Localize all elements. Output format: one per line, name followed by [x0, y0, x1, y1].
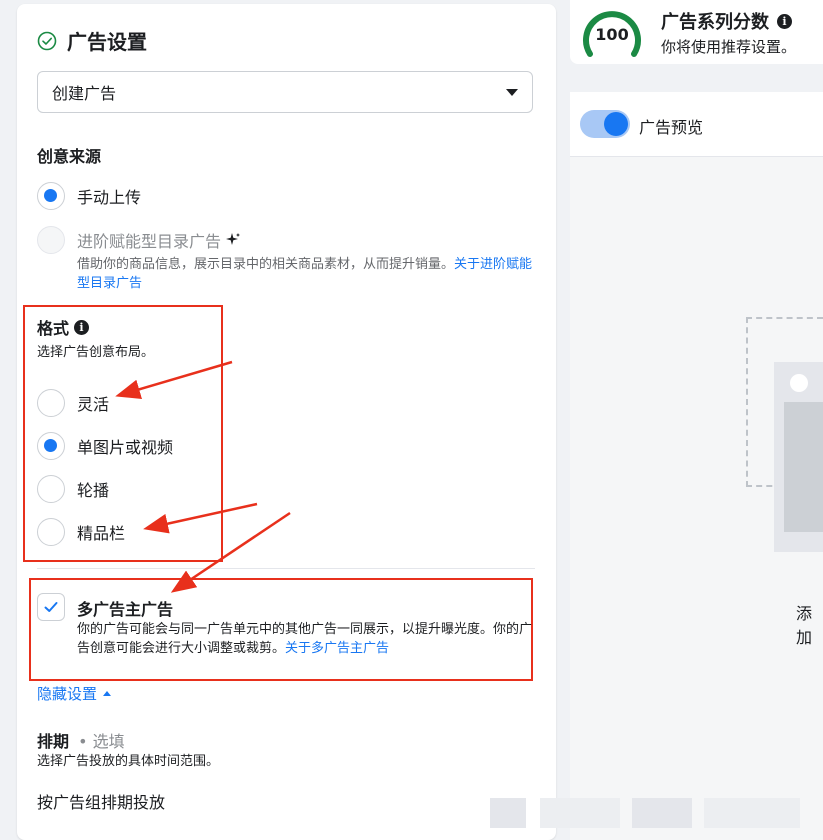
score-subtitle: 你将使用推荐设置。 [661, 38, 797, 56]
blurred-region [490, 798, 526, 828]
ad-preview-header: 广告预览 [570, 92, 823, 157]
score-title-row: 广告系列分数 i [661, 8, 792, 34]
score-value: 100 [595, 25, 629, 44]
campaign-score-card: 100 广告系列分数 i 你将使用推荐设置。 [570, 0, 823, 64]
ad-preview-toggle[interactable] [580, 110, 630, 138]
blurred-region [632, 798, 692, 828]
ad-preview-label: 广告预览 [639, 118, 704, 137]
add-media-text: 添加 [796, 604, 813, 647]
info-icon[interactable]: i [777, 13, 792, 29]
placeholder-image [784, 402, 823, 532]
blurred-region [704, 798, 800, 828]
arrow-to-flexible [115, 360, 233, 399]
ad-preview-panel: 广告预览 添加 [570, 92, 823, 840]
arrow-to-collection [143, 502, 258, 534]
arrow-to-multi-advertiser [170, 511, 291, 593]
toggle-knob [604, 112, 628, 136]
blurred-region [540, 798, 620, 828]
placeholder-avatar [790, 374, 808, 392]
score-title: 广告系列分数 [661, 12, 769, 33]
preview-placeholder-card [774, 362, 823, 552]
